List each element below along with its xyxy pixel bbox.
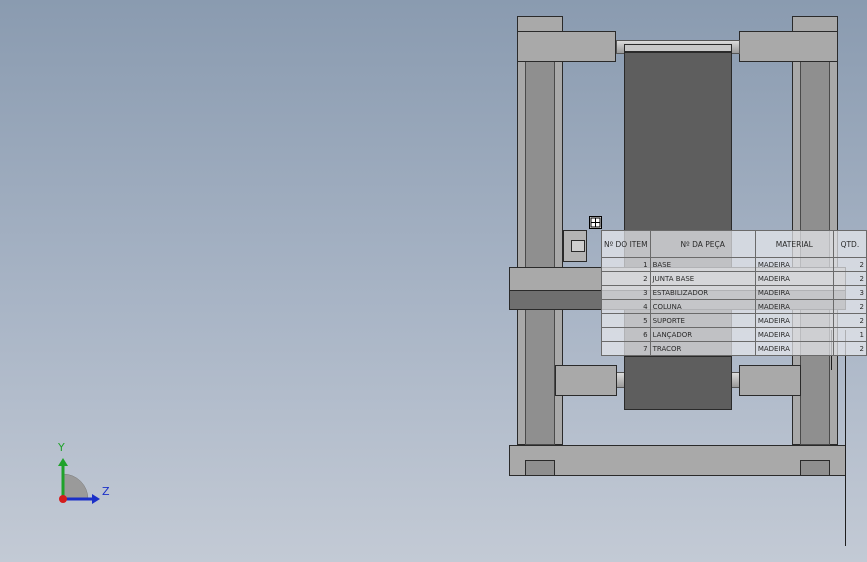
lower-right-support[interactable] — [739, 365, 801, 396]
bom-material: MADEIRA — [754, 285, 834, 300]
bill-of-materials-table[interactable]: Nº DO ITEM Nº DA PEÇA MATERIAL QTD. 1 BA… — [601, 230, 867, 356]
bom-item-number: 2 — [601, 271, 651, 286]
bom-item-number: 6 — [601, 327, 651, 342]
top-axle-rail — [624, 44, 732, 52]
bom-qty: 2 — [832, 299, 867, 314]
top-right-cap[interactable] — [792, 16, 838, 32]
bom-material: MADEIRA — [754, 299, 834, 314]
bom-part-name: SUPORTE — [649, 313, 756, 328]
base-plate[interactable] — [509, 445, 846, 476]
table-move-handle-icon[interactable] — [589, 216, 602, 229]
top-right-support[interactable] — [739, 31, 838, 62]
bom-qty: 2 — [832, 271, 867, 286]
bom-qty: 1 — [832, 327, 867, 342]
bom-part-name: COLUNA — [649, 299, 756, 314]
base-right-foot — [800, 460, 830, 476]
top-left-support[interactable] — [517, 31, 616, 62]
left-column-inner — [525, 60, 555, 445]
hook-notch — [571, 240, 585, 252]
table-row[interactable]: 7 TRACOR MADEIRA 2 — [601, 341, 867, 356]
bom-header-row: Nº DO ITEM Nº DA PEÇA MATERIAL QTD. — [601, 230, 867, 258]
table-row[interactable]: 6 LANÇADOR MADEIRA 1 — [601, 327, 867, 342]
bom-material: MADEIRA — [754, 257, 834, 272]
bom-material: MADEIRA — [754, 341, 834, 356]
launcher-arm-lower — [624, 356, 732, 410]
bom-header-item[interactable]: Nº DO ITEM — [601, 230, 651, 258]
right-guide-line — [845, 330, 846, 546]
table-row[interactable]: 1 BASE MADEIRA 2 — [601, 257, 867, 272]
y-axis-arrowhead — [58, 458, 68, 466]
bom-item-number: 1 — [601, 257, 651, 272]
bom-material: MADEIRA — [754, 313, 834, 328]
bom-header-part[interactable]: Nº DA PEÇA — [649, 230, 756, 258]
base-left-foot — [525, 460, 555, 476]
lower-left-support[interactable] — [555, 365, 617, 396]
bom-qty: 3 — [832, 285, 867, 300]
x-axis-dot — [59, 495, 67, 503]
table-row[interactable]: 2 JUNTA BASE MADEIRA 2 — [601, 271, 867, 286]
bom-item-number: 7 — [601, 341, 651, 356]
cad-viewport[interactable]: Nº DO ITEM Nº DA PEÇA MATERIAL QTD. 1 BA… — [0, 0, 867, 562]
axis-triad[interactable]: Y Z — [50, 440, 120, 510]
table-row[interactable]: 3 ESTABILIZADOR MADEIRA 3 — [601, 285, 867, 300]
z-axis-arrowhead — [92, 494, 100, 504]
bom-part-name: LANÇADOR — [649, 327, 756, 342]
table-row[interactable]: 4 COLUNA MADEIRA 2 — [601, 299, 867, 314]
bom-part-name: TRACOR — [649, 341, 756, 356]
bom-header-material[interactable]: MATERIAL — [754, 230, 834, 258]
bom-part-name: JUNTA BASE — [649, 271, 756, 286]
triad-z-label: Z — [102, 485, 110, 498]
bom-item-number: 5 — [601, 313, 651, 328]
bom-part-name: ESTABILIZADOR — [649, 285, 756, 300]
triad-quadrant-shape — [62, 473, 89, 500]
bom-header-qty[interactable]: QTD. — [832, 230, 867, 258]
bom-qty: 2 — [832, 257, 867, 272]
bom-item-number: 3 — [601, 285, 651, 300]
table-row[interactable]: 5 SUPORTE MADEIRA 2 — [601, 313, 867, 328]
bom-material: MADEIRA — [754, 271, 834, 286]
bom-material: MADEIRA — [754, 327, 834, 342]
bom-qty: 2 — [832, 341, 867, 356]
triad-y-label: Y — [58, 441, 65, 454]
bom-part-name: BASE — [649, 257, 756, 272]
bom-item-number: 4 — [601, 299, 651, 314]
top-left-cap[interactable] — [517, 16, 563, 32]
bom-qty: 2 — [832, 313, 867, 328]
